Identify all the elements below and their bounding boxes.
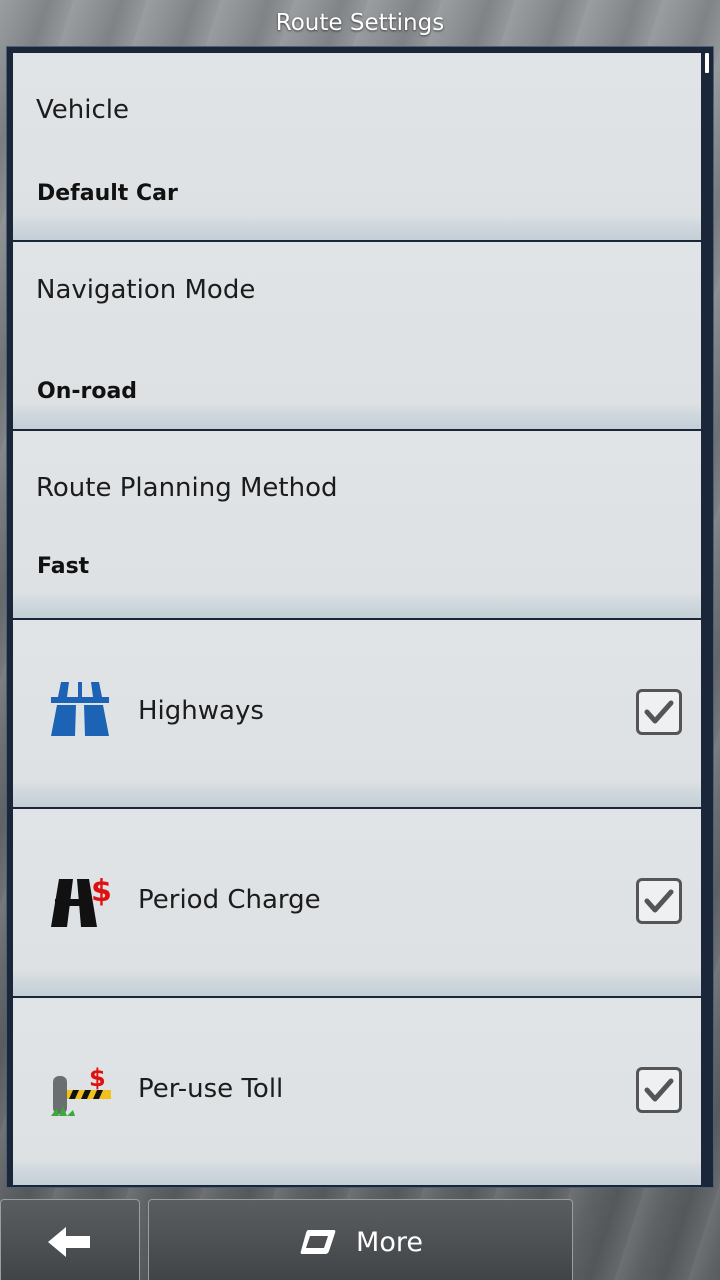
page-title: Route Settings <box>275 10 445 36</box>
setting-value: On-road <box>37 379 138 404</box>
toggle-row-highways[interactable]: Highways <box>13 620 701 807</box>
setting-row-navigation-mode[interactable]: Navigation Mode On-road <box>13 242 701 429</box>
toggle-label: Per-use Toll <box>138 1074 284 1104</box>
svg-text:$: $ <box>89 1064 106 1092</box>
title-bar: Route Settings <box>0 0 720 46</box>
period-charge-checkbox[interactable] <box>636 878 682 924</box>
more-button[interactable]: More <box>148 1199 573 1280</box>
toggle-label: Period Charge <box>138 885 321 915</box>
back-button[interactable] <box>0 1199 140 1280</box>
setting-row-route-planning-method[interactable]: Route Planning Method Fast <box>13 431 701 618</box>
checkmark-icon <box>644 1078 674 1102</box>
back-arrow-icon <box>48 1227 90 1257</box>
toggle-row-period-charge[interactable]: $ Period Charge <box>13 809 701 996</box>
checkmark-icon <box>644 889 674 913</box>
scrollbar[interactable] <box>705 53 709 73</box>
svg-text:$: $ <box>91 874 112 909</box>
per-use-toll-checkbox[interactable] <box>636 1067 682 1113</box>
setting-title: Vehicle <box>36 95 129 125</box>
highways-checkbox[interactable] <box>636 689 682 735</box>
setting-value: Fast <box>37 554 90 579</box>
setting-title: Navigation Mode <box>36 275 256 305</box>
highway-icon <box>47 678 113 744</box>
more-icon <box>300 1230 336 1254</box>
toggle-label: Highways <box>138 696 264 726</box>
settings-list[interactable]: Vehicle Default Car Navigation Mode On-r… <box>6 46 714 1188</box>
period-charge-icon: $ <box>47 867 113 933</box>
setting-row-vehicle[interactable]: Vehicle Default Car <box>13 53 701 240</box>
checkmark-icon <box>644 700 674 724</box>
bottom-bar: More <box>0 1195 720 1280</box>
setting-title: Route Planning Method <box>36 473 338 503</box>
more-label: More <box>356 1226 423 1258</box>
setting-value: Default Car <box>37 181 178 206</box>
toll-barrier-icon: $ <box>47 1056 113 1122</box>
toggle-row-per-use-toll[interactable]: $ Per-use Toll <box>13 998 701 1185</box>
